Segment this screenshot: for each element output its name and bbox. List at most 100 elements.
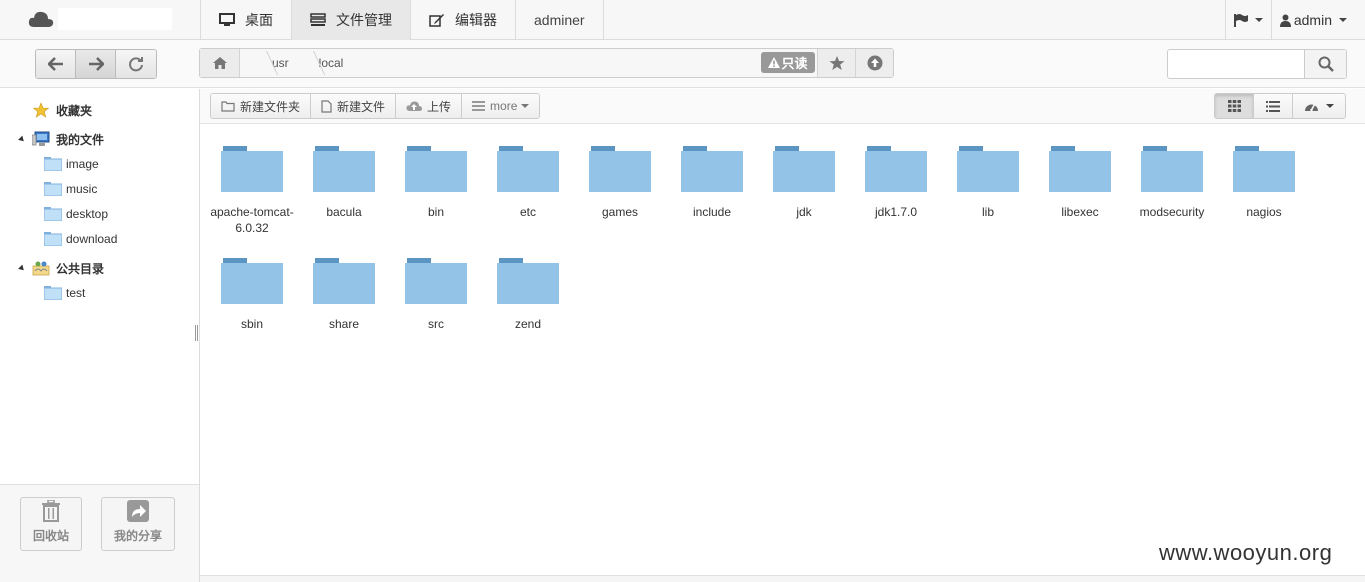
recycle-bin-label: 回收站 xyxy=(32,529,69,543)
list-view-icon xyxy=(1266,100,1280,112)
file-item[interactable]: jdk xyxy=(758,144,850,220)
folder-label: download xyxy=(66,232,118,246)
file-name: sbin xyxy=(240,317,263,331)
folder-icon xyxy=(773,146,835,192)
file-name: lib xyxy=(981,205,994,219)
file-item[interactable]: nagios xyxy=(1218,144,1310,220)
more-dropdown[interactable]: more xyxy=(462,94,540,118)
file-name: etc xyxy=(519,205,536,219)
chevron-down-icon xyxy=(1339,18,1347,22)
refresh-button[interactable] xyxy=(116,50,156,78)
file-item[interactable]: modsecurity xyxy=(1126,144,1218,220)
file-item[interactable]: bacula xyxy=(298,144,390,220)
tree-expand-icon[interactable] xyxy=(18,264,26,273)
parent-dir-button[interactable] xyxy=(855,49,893,77)
tree-expand-icon[interactable] xyxy=(18,135,26,144)
file-toolbar: 新建文件夹 新建文件 上传 more xyxy=(200,89,1365,124)
back-button[interactable] xyxy=(36,50,76,78)
top-right-menu: admin xyxy=(1224,0,1365,40)
logo-text-redacted xyxy=(58,8,172,30)
sidebar-item-public[interactable]: 公共目录 xyxy=(32,258,104,278)
tab-editor-label: 编辑器 xyxy=(455,12,497,28)
tab-file-manager[interactable]: 文件管理 xyxy=(291,0,410,40)
sidebar-item-favorites[interactable]: 收藏夹 xyxy=(32,100,92,120)
search-button[interactable] xyxy=(1304,50,1346,78)
dashboard-settings-dropdown[interactable] xyxy=(1293,94,1345,118)
folder-icon xyxy=(221,146,283,192)
chevron-down-icon xyxy=(1254,18,1263,22)
recycle-bin-button[interactable]: 回收站 xyxy=(20,497,82,551)
new-file-button[interactable]: 新建文件 xyxy=(311,94,397,118)
language-dropdown[interactable] xyxy=(1224,0,1271,40)
chevron-down-icon xyxy=(521,104,530,108)
edit-icon xyxy=(429,14,444,27)
file-item[interactable]: sbin xyxy=(206,256,298,332)
history-buttons xyxy=(35,49,157,79)
file-item[interactable]: etc xyxy=(482,144,574,220)
favorite-button[interactable] xyxy=(817,49,855,77)
server-icon xyxy=(310,13,326,26)
list-icon xyxy=(472,101,486,111)
user-dropdown[interactable]: admin xyxy=(1270,0,1365,40)
file-action-group: 新建文件夹 新建文件 上传 more xyxy=(210,93,541,119)
folder-icon xyxy=(44,207,62,221)
file-item[interactable]: libexec xyxy=(1034,144,1126,220)
breadcrumb-home[interactable] xyxy=(200,49,240,77)
file-name: jdk1.7.0 xyxy=(874,205,918,219)
file-item[interactable]: zend xyxy=(482,256,574,332)
file-grid: apache-tomcat-6.0.32 bacula bin etc games inc… xyxy=(200,124,1365,575)
file-item[interactable]: include xyxy=(666,144,758,220)
file-item[interactable]: src xyxy=(390,256,482,332)
forward-button[interactable] xyxy=(76,50,116,78)
sidebar-folder-desktop[interactable]: desktop xyxy=(44,204,108,224)
file-name: libexec xyxy=(1061,205,1099,219)
my-share-label: 我的分享 xyxy=(113,529,162,543)
tab-file-manager-label: 文件管理 xyxy=(336,12,392,28)
folder-icon xyxy=(313,146,375,192)
folder-icon xyxy=(221,258,283,304)
file-item[interactable]: games xyxy=(574,144,666,220)
dashboard-icon xyxy=(1305,104,1318,112)
search-input[interactable] xyxy=(1168,50,1304,78)
file-name: share xyxy=(328,317,360,331)
my-share-button[interactable]: 我的分享 xyxy=(101,497,175,551)
file-item[interactable]: jdk1.7.0 xyxy=(850,144,942,220)
readonly-badge: 只读 xyxy=(761,52,815,73)
top-bar: 桌面 文件管理 编辑器 adminer admin xyxy=(0,0,1365,40)
sidebar-resize-handle[interactable] xyxy=(195,325,198,341)
tab-desktop-label: 桌面 xyxy=(245,12,273,28)
tab-editor[interactable]: 编辑器 xyxy=(410,0,515,40)
folder-label: music xyxy=(66,182,98,196)
file-item[interactable]: share xyxy=(298,256,390,332)
grid-icon xyxy=(1227,100,1241,112)
file-name: include xyxy=(692,205,732,219)
sidebar-folder-music[interactable]: music xyxy=(44,179,97,199)
folder-label: desktop xyxy=(66,207,109,221)
tab-desktop[interactable]: 桌面 xyxy=(200,0,291,40)
sidebar-item-my-files[interactable]: 我的文件 xyxy=(32,129,104,149)
new-folder-button[interactable]: 新建文件夹 xyxy=(211,94,312,118)
file-item[interactable]: apache-tomcat-6.0.32 xyxy=(206,144,298,236)
breadcrumb-item[interactable]: local xyxy=(303,49,358,77)
tab-adminer[interactable]: adminer xyxy=(515,0,604,40)
folder-icon xyxy=(497,258,559,304)
more-label: more xyxy=(490,99,518,113)
computer-icon xyxy=(32,131,50,146)
folder-icon xyxy=(1233,146,1295,192)
sidebar-folder-image[interactable]: image xyxy=(44,154,99,174)
file-name: bin xyxy=(427,205,444,219)
list-view-button[interactable] xyxy=(1254,94,1293,118)
search-icon xyxy=(1318,56,1334,72)
sidebar-item-label: 公共目录 xyxy=(56,261,105,276)
grid-view-button[interactable] xyxy=(1215,94,1254,118)
sidebar-folder-test[interactable]: test xyxy=(44,283,85,303)
address-bar: usr local 只读 xyxy=(199,48,894,78)
file-item[interactable]: lib xyxy=(942,144,1034,220)
folder-icon xyxy=(865,146,927,192)
upload-button[interactable]: 上传 xyxy=(396,94,463,118)
folder-icon xyxy=(44,232,62,246)
file-item[interactable]: bin xyxy=(390,144,482,220)
sidebar-folder-download[interactable]: download xyxy=(44,229,117,249)
breadcrumb-item[interactable]: usr xyxy=(256,49,303,77)
folder-outline-icon xyxy=(221,100,235,112)
